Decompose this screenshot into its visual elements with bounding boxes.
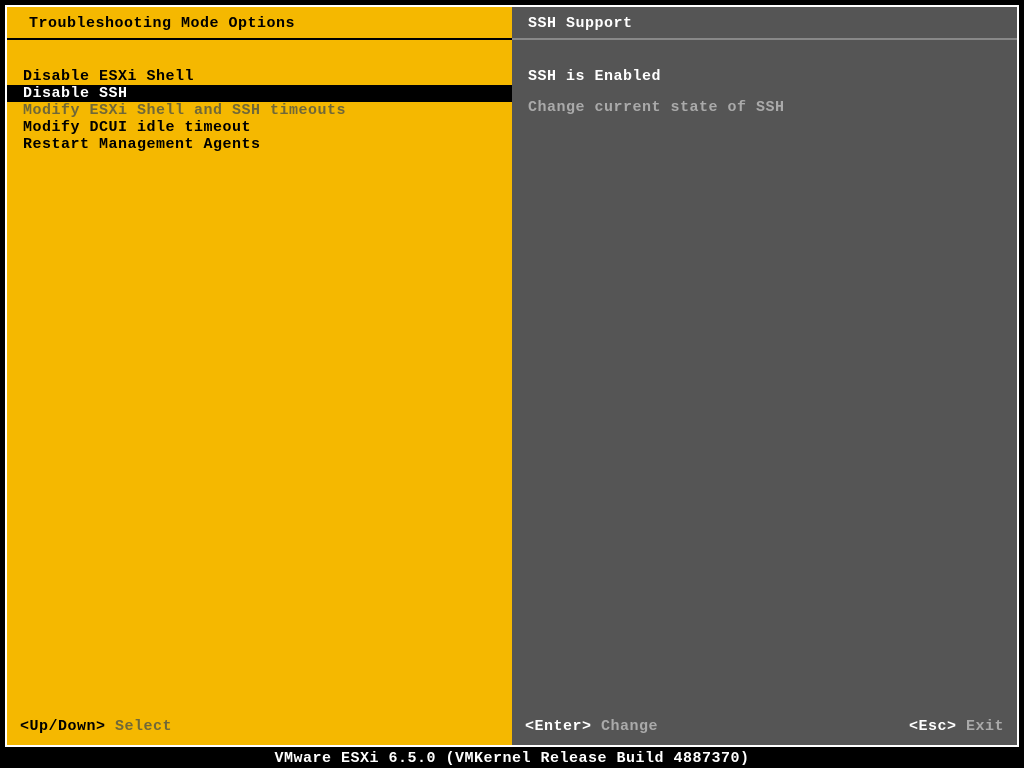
menu-item-disable-esxi-shell[interactable]: Disable ESXi Shell (7, 68, 512, 85)
status-bar: VMware ESXi 6.5.0 (VMKernel Release Buil… (0, 749, 1024, 768)
menu-item-restart-agents[interactable]: Restart Management Agents (7, 136, 512, 153)
menu-list: Disable ESXi Shell Disable SSH Modify ES… (7, 40, 512, 153)
left-pane: Troubleshooting Mode Options Disable ESX… (7, 7, 512, 745)
main-frame: Troubleshooting Mode Options Disable ESX… (5, 5, 1019, 747)
right-pane: SSH Support SSH is Enabled Change curren… (512, 7, 1017, 745)
menu-item-modify-timeouts[interactable]: Modify ESXi Shell and SSH timeouts (7, 102, 512, 119)
updown-key-label: Select (115, 718, 172, 735)
left-pane-title: Troubleshooting Mode Options (7, 7, 512, 40)
menu-item-disable-ssh[interactable]: Disable SSH (7, 85, 512, 102)
enter-key-hint: <Enter> (525, 718, 592, 735)
ssh-description: Change current state of SSH (528, 99, 1001, 116)
esc-hint: <Esc> Exit (909, 718, 1004, 735)
enter-key-label: Change (601, 718, 658, 735)
ssh-status: SSH is Enabled (528, 68, 1001, 85)
updown-key-hint: <Up/Down> (20, 718, 106, 735)
menu-item-modify-dcui-timeout[interactable]: Modify DCUI idle timeout (7, 119, 512, 136)
enter-hint: <Enter> Change (525, 718, 658, 735)
left-footer: <Up/Down> Select (20, 718, 172, 735)
right-footer: <Enter> Change <Esc> Exit (525, 718, 1004, 735)
esc-key-hint: <Esc> (909, 718, 957, 735)
esc-key-label: Exit (966, 718, 1004, 735)
right-pane-title: SSH Support (512, 7, 1017, 40)
detail-body: SSH is Enabled Change current state of S… (512, 40, 1017, 116)
